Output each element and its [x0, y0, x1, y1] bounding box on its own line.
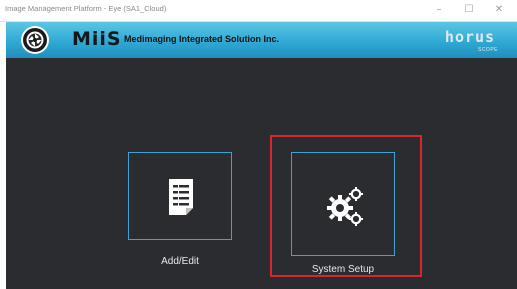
- app-header: MiiS Medimaging Integrated Solution Inc.…: [6, 22, 517, 58]
- window-titlebar: Image Management Platform - Eye (SA1_Clo…: [0, 0, 517, 22]
- aperture-logo-icon: [21, 26, 49, 54]
- window-title: Image Management Platform - Eye (SA1_Clo…: [5, 4, 167, 13]
- document-edit-icon: [169, 179, 193, 215]
- brand-name: MiiS: [72, 28, 122, 50]
- horus-logo-text: horus: [445, 28, 495, 46]
- maximize-button[interactable]: ☐: [455, 2, 483, 19]
- main-panel: Add/Edit System Setup: [6, 58, 517, 289]
- scope-logo-text: SCOPE: [478, 47, 498, 53]
- add-edit-label: Add/Edit: [161, 256, 199, 267]
- close-button[interactable]: ✕: [485, 2, 513, 19]
- selection-highlight: [270, 135, 422, 277]
- company-name: Medimaging Integrated Solution Inc.: [124, 34, 280, 44]
- minimize-button[interactable]: –: [425, 2, 453, 19]
- add-edit-tile[interactable]: [128, 152, 232, 240]
- horus-scope-logo: horus SCOPE: [445, 28, 498, 53]
